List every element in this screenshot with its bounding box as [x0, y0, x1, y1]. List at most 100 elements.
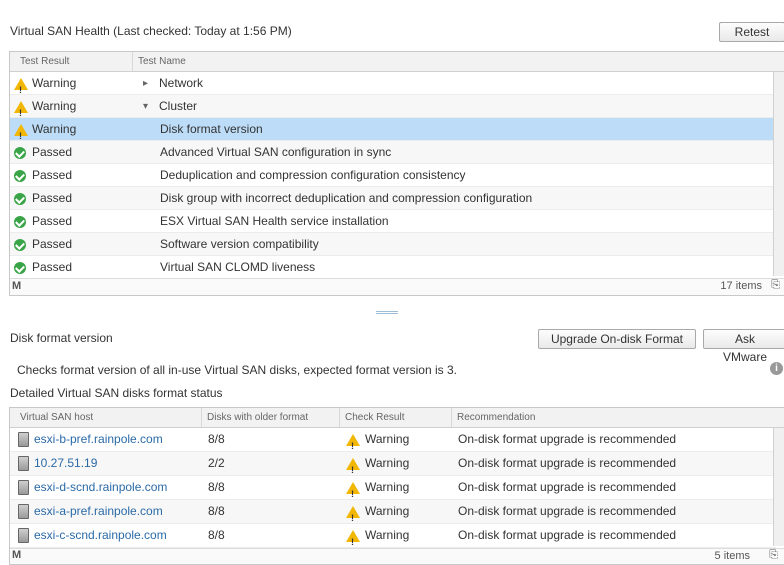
recommendation-label: On-disk format upgrade is recommended: [458, 528, 677, 542]
test-name-label: Virtual SAN CLOMD liveness: [160, 260, 316, 274]
health-vertical-scrollbar[interactable]: [773, 72, 784, 276]
test-name-label: Advanced Virtual SAN configuration in sy…: [160, 145, 392, 159]
export-icon[interactable]: ⎘: [771, 279, 780, 292]
health-test-row[interactable]: Passed Deduplication and compression conf…: [10, 164, 776, 187]
col-header-test-name[interactable]: Test Name: [138, 56, 186, 67]
test-name-label: Deduplication and compression configurat…: [160, 168, 466, 182]
health-test-row[interactable]: Passed ESX Virtual SAN Health service ins…: [10, 210, 776, 233]
recommendation-label: On-disk format upgrade is recommended: [458, 504, 677, 518]
warning-icon: [14, 124, 28, 148]
ask-vmware-button[interactable]: Ask VMware: [703, 329, 784, 364]
health-test-row[interactable]: Warning Disk format version: [10, 118, 776, 148]
test-result-label: Passed: [32, 145, 73, 159]
check-result-label: Warning: [365, 456, 410, 470]
test-result-label: Warning: [32, 76, 77, 90]
health-grid-footer: M 17 items ⎘: [10, 278, 784, 295]
health-items-count: 17 items: [720, 280, 762, 292]
host-link[interactable]: esxi-a-pref.rainpole.com: [34, 500, 163, 523]
test-name-label: Software version compatibility: [160, 237, 319, 251]
warning-icon: [346, 506, 360, 530]
host-icon: [18, 504, 29, 519]
check-result-label: Warning: [365, 504, 410, 518]
expand-down-icon[interactable]: ▾: [143, 95, 148, 118]
recommendation-label: On-disk format upgrade is recommended: [458, 432, 677, 446]
col-header-test-result[interactable]: Test Result: [20, 56, 69, 67]
disks-older-format-value: 8/8: [208, 528, 225, 542]
disk-format-row[interactable]: esxi-d-scnd.rainpole.com 8/8 Warning On-dis…: [10, 476, 776, 506]
info-icon[interactable]: i: [770, 362, 783, 375]
test-name-label: Disk group with incorrect deduplication …: [160, 191, 533, 205]
health-test-row[interactable]: Warning ▸ Network: [10, 72, 776, 102]
warning-icon: [346, 530, 360, 554]
test-result-label: Warning: [32, 122, 77, 136]
disk-format-row[interactable]: esxi-a-pref.rainpole.com 8/8 Warning On-dis…: [10, 500, 776, 530]
disk-format-grid: Virtual SAN host Disks with older format…: [9, 407, 784, 565]
host-icon: [18, 456, 29, 471]
detail-title: Disk format version: [10, 331, 113, 345]
check-result-label: Warning: [365, 528, 410, 542]
warning-icon: [346, 458, 360, 482]
recommendation-label: On-disk format upgrade is recommended: [458, 456, 677, 470]
expand-right-icon[interactable]: ▸: [143, 72, 148, 95]
test-name-label: Cluster: [159, 99, 198, 113]
passed-check-icon: [14, 170, 26, 182]
disks-older-format-value: 2/2: [208, 456, 225, 470]
disk-format-row[interactable]: esxi-c-scnd.rainpole.com 8/8 Warning On-dis…: [10, 524, 776, 554]
host-link[interactable]: esxi-c-scnd.rainpole.com: [34, 524, 167, 547]
host-link[interactable]: esxi-b-pref.rainpole.com: [34, 428, 163, 451]
check-result-label: Warning: [365, 432, 410, 446]
health-test-row[interactable]: Passed Virtual SAN CLOMD liveness: [10, 256, 776, 279]
host-icon: [18, 528, 29, 543]
passed-check-icon: [14, 216, 26, 228]
upgrade-on-disk-format-button[interactable]: Upgrade On-disk Format: [538, 329, 696, 349]
warning-icon: [14, 78, 28, 102]
host-link[interactable]: 10.27.51.19: [34, 452, 97, 475]
col-header-vsan-host[interactable]: Virtual SAN host: [20, 412, 93, 423]
recommendation-label: On-disk format upgrade is recommended: [458, 480, 677, 494]
binoculars-icon[interactable]: M: [12, 549, 21, 561]
health-test-row[interactable]: Passed Disk group with incorrect deduplic…: [10, 187, 776, 210]
host-icon: [18, 432, 29, 447]
disks-older-format-value: 8/8: [208, 432, 225, 446]
binoculars-icon[interactable]: M: [12, 280, 21, 292]
retest-button[interactable]: Retest: [719, 22, 784, 42]
health-test-row[interactable]: Warning ▾ Cluster: [10, 95, 776, 125]
warning-icon: [346, 482, 360, 506]
passed-check-icon: [14, 193, 26, 205]
test-result-label: Passed: [32, 191, 73, 205]
disk-items-count: 5 items: [714, 550, 750, 562]
health-test-row[interactable]: Passed Software version compatibility: [10, 233, 776, 256]
test-result-label: Warning: [32, 99, 77, 113]
test-result-label: Passed: [32, 260, 73, 274]
pane-splitter[interactable]: [0, 309, 784, 315]
disk-format-row[interactable]: 10.27.51.19 2/2 Warning On-disk format upgr…: [10, 452, 776, 482]
disk-grid-header: Virtual SAN host Disks with older format…: [10, 408, 784, 428]
host-link[interactable]: esxi-d-scnd.rainpole.com: [34, 476, 167, 499]
warning-icon: [346, 434, 360, 458]
col-header-recommendation[interactable]: Recommendation: [457, 412, 535, 423]
detail-subtitle: Detailed Virtual SAN disks format status: [10, 386, 223, 400]
test-name-label: ESX Virtual SAN Health service installat…: [160, 214, 389, 228]
test-name-label: Disk format version: [160, 122, 263, 136]
passed-check-icon: [14, 262, 26, 274]
test-result-label: Passed: [32, 168, 73, 182]
health-test-row[interactable]: Passed Advanced Virtual SAN configuration…: [10, 141, 776, 164]
col-header-check-result[interactable]: Check Result: [345, 412, 404, 423]
test-result-label: Passed: [32, 214, 73, 228]
passed-check-icon: [14, 147, 26, 159]
disk-format-row[interactable]: esxi-b-pref.rainpole.com 8/8 Warning On-dis…: [10, 428, 776, 458]
passed-check-icon: [14, 239, 26, 251]
check-result-label: Warning: [365, 480, 410, 494]
health-grid-header: Test Result Test Name: [10, 52, 784, 72]
warning-icon: [14, 101, 28, 125]
disks-older-format-value: 8/8: [208, 480, 225, 494]
col-header-disks-older-format[interactable]: Disks with older format: [207, 412, 308, 423]
disk-grid-footer: M 5 items ⎘: [10, 548, 784, 564]
export-icon[interactable]: ⎘: [769, 549, 778, 562]
detail-description: Checks format version of all in-use Virt…: [17, 363, 457, 377]
disks-older-format-value: 8/8: [208, 504, 225, 518]
disk-vertical-scrollbar[interactable]: [773, 428, 784, 546]
test-name-label: Network: [159, 76, 204, 90]
health-test-grid: Test Result Test Name Warning▸NetworkWar…: [9, 51, 784, 296]
health-title: Virtual SAN Health (Last checked: Today …: [10, 24, 292, 38]
